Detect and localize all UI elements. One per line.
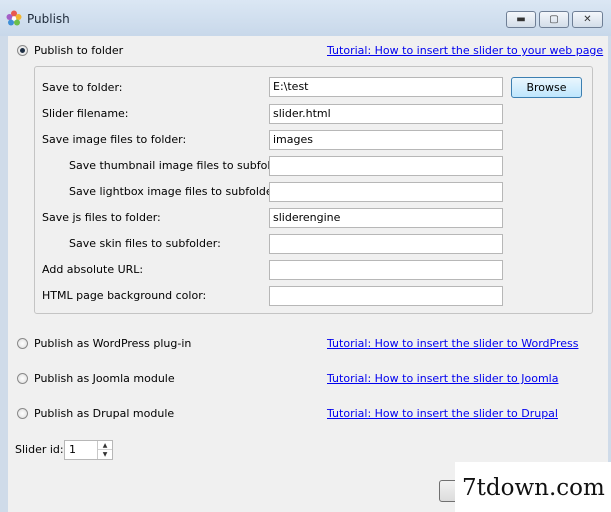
radio-publish-to-folder[interactable] <box>17 45 28 56</box>
image-folder-label: Save image files to folder: <box>42 133 187 146</box>
image-folder-field[interactable]: images <box>269 130 503 150</box>
publish-wordpress-label[interactable]: Publish as WordPress plug-in <box>34 337 191 350</box>
folder-settings-panel: Save to folder: E:\test Browse Slider fi… <box>34 66 593 314</box>
slider-id-spinner[interactable]: 1 ▲ ▼ <box>64 440 113 460</box>
dialog-body: Publish to folder Tutorial: How to inser… <box>8 36 608 512</box>
lightbox-subfolder-label: Save lightbox image files to subfolder: <box>69 185 281 198</box>
slider-filename-label: Slider filename: <box>42 107 129 120</box>
maximize-button[interactable]: ▢ <box>539 11 569 28</box>
spinner-arrows: ▲ ▼ <box>97 441 112 459</box>
tutorial-joomla-link[interactable]: Tutorial: How to insert the slider to Jo… <box>327 372 558 385</box>
save-to-folder-field[interactable]: E:\test <box>269 77 503 97</box>
skin-subfolder-label: Save skin files to subfolder: <box>69 237 221 250</box>
tutorial-web-page-link[interactable]: Tutorial: How to insert the slider to yo… <box>327 44 603 57</box>
close-button[interactable]: ✕ <box>572 11 603 28</box>
absolute-url-field[interactable] <box>269 260 503 280</box>
radio-publish-wordpress[interactable] <box>17 338 28 349</box>
skin-subfolder-field[interactable] <box>269 234 503 254</box>
background-color-field[interactable] <box>269 286 503 306</box>
watermark-text: 7tdown.com <box>462 475 605 501</box>
browse-button[interactable]: Browse <box>511 77 582 98</box>
publish-to-folder-label[interactable]: Publish to folder <box>34 44 123 57</box>
slider-id-label: Slider id: <box>15 443 64 456</box>
publish-drupal-label[interactable]: Publish as Drupal module <box>34 407 174 420</box>
minimize-icon: ▬ <box>516 14 526 25</box>
minimize-button[interactable]: ▬ <box>506 11 536 28</box>
js-folder-field[interactable]: sliderengine <box>269 208 503 228</box>
close-icon: ✕ <box>583 14 592 25</box>
tutorial-wordpress-link[interactable]: Tutorial: How to insert the slider to Wo… <box>327 337 578 350</box>
slider-filename-field[interactable]: slider.html <box>269 104 503 124</box>
window-title: Publish <box>27 12 70 26</box>
thumbnail-subfolder-label: Save thumbnail image files to subfolder: <box>69 159 293 172</box>
lightbox-subfolder-field[interactable] <box>269 182 503 202</box>
js-folder-label: Save js files to folder: <box>42 211 161 224</box>
spin-down-icon[interactable]: ▼ <box>98 450 112 459</box>
maximize-icon: ▢ <box>549 14 559 25</box>
tutorial-drupal-link[interactable]: Tutorial: How to insert the slider to Dr… <box>327 407 558 420</box>
thumbnail-subfolder-field[interactable] <box>269 156 503 176</box>
radio-publish-drupal[interactable] <box>17 408 28 419</box>
title-bar: Publish ▬ ▢ ✕ <box>0 0 611 36</box>
watermark-badge: 7tdown.com <box>455 462 611 512</box>
slider-id-value[interactable]: 1 <box>69 443 76 456</box>
absolute-url-label: Add absolute URL: <box>42 263 144 276</box>
spin-up-icon[interactable]: ▲ <box>98 441 112 450</box>
app-flower-icon <box>6 10 22 26</box>
publish-joomla-label[interactable]: Publish as Joomla module <box>34 372 175 385</box>
background-color-label: HTML page background color: <box>42 289 207 302</box>
radio-publish-joomla[interactable] <box>17 373 28 384</box>
save-to-folder-label: Save to folder: <box>42 81 123 94</box>
